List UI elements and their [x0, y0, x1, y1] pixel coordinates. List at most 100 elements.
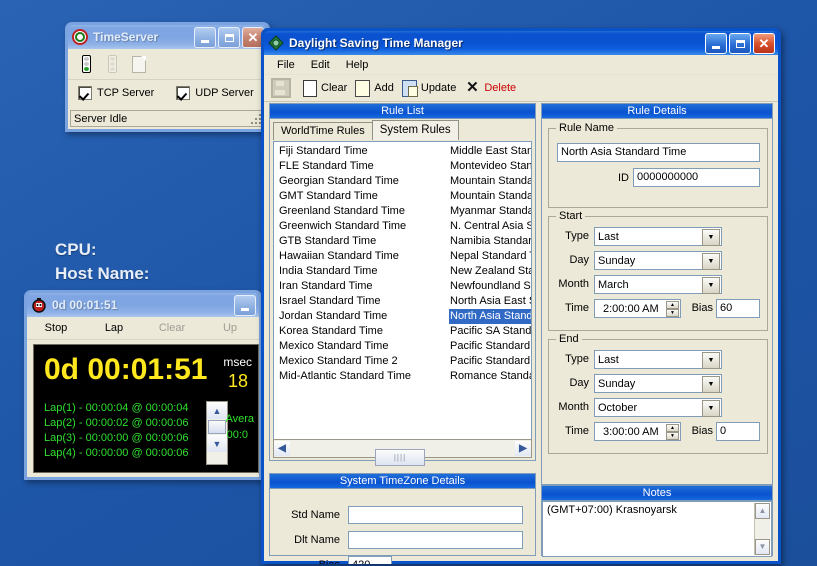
- list-item[interactable]: Jordan Standard Time: [278, 309, 411, 324]
- udp-server-checkbox[interactable]: UDP Server: [176, 86, 254, 100]
- list-item[interactable]: Middle East Stand: [449, 144, 531, 159]
- list-item[interactable]: Mountain Standar: [449, 174, 531, 189]
- timeserver-maximize-button[interactable]: [218, 27, 240, 48]
- chevron-down-icon[interactable]: ▼: [702, 376, 720, 393]
- spinner-up-icon[interactable]: ▲: [666, 301, 679, 309]
- start-type-select[interactable]: Last ▼: [594, 227, 722, 246]
- stopwatch-menubar[interactable]: Stop Lap Clear Up: [27, 317, 259, 340]
- tcp-checkbox-box[interactable]: [78, 86, 92, 100]
- spinner-buttons[interactable]: ▲ ▼: [666, 424, 679, 440]
- start-time-spinner[interactable]: 2:00:00 AM ▲ ▼: [594, 299, 681, 318]
- scrollbar-thumb[interactable]: [208, 420, 226, 434]
- update-button[interactable]: Update: [401, 79, 456, 97]
- end-bias-field[interactable]: 0: [716, 422, 760, 441]
- clear-button[interactable]: Clear: [303, 79, 347, 97]
- chevron-down-icon[interactable]: ▼: [702, 253, 720, 270]
- dst-window-buttons[interactable]: ✕: [705, 33, 775, 54]
- chevron-up-icon[interactable]: ▲: [755, 503, 770, 519]
- dst-toolbar[interactable]: Clear Add Update ✕ Delete: [264, 75, 778, 102]
- chevron-down-icon[interactable]: ▼: [702, 229, 720, 246]
- list-item[interactable]: Georgian Standard Time: [278, 174, 411, 189]
- list-item[interactable]: North Asia Standa: [449, 309, 531, 324]
- menu-edit[interactable]: Edit: [304, 57, 337, 73]
- chevron-right-icon[interactable]: ▶: [515, 441, 531, 456]
- dst-menubar[interactable]: File Edit Help: [264, 55, 778, 75]
- spinner-down-icon[interactable]: ▼: [666, 432, 679, 440]
- list-item[interactable]: North Asia East S: [449, 294, 531, 309]
- list-item[interactable]: Namibia Standard: [449, 234, 531, 249]
- stopwatch-stop-button[interactable]: Stop: [27, 322, 85, 334]
- spinner-up-icon[interactable]: ▲: [666, 424, 679, 432]
- start-bias-field[interactable]: 60: [716, 299, 760, 318]
- list-item[interactable]: Greenland Standard Time: [278, 204, 411, 219]
- stopwatch-titlebar[interactable]: 0d 00:01:51: [27, 293, 259, 317]
- tcp-server-checkbox[interactable]: TCP Server: [78, 86, 154, 100]
- rule-list-column-1[interactable]: Fiji Standard Time FLE Standard Time Georg…: [278, 144, 411, 384]
- end-type-select[interactable]: Last ▼: [594, 350, 722, 369]
- timeserver-window[interactable]: TimeServer ✕ TCP Server UDP Server Serve…: [65, 22, 270, 132]
- dst-minimize-button[interactable]: [705, 33, 727, 54]
- std-name-field[interactable]: [348, 506, 523, 524]
- rule-name-field[interactable]: North Asia Standard Time: [557, 143, 760, 162]
- timeserver-window-buttons[interactable]: ✕: [194, 27, 264, 48]
- list-item[interactable]: Montevideo Stand: [449, 159, 531, 174]
- list-item[interactable]: India Standard Time: [278, 264, 411, 279]
- end-day-select[interactable]: Sunday ▼: [594, 374, 722, 393]
- list-item[interactable]: Mexico Standard Time: [278, 339, 411, 354]
- end-time-spinner[interactable]: 3:00:00 AM ▲ ▼: [594, 422, 681, 441]
- notes-scrollbar[interactable]: ▲ ▼: [754, 503, 770, 555]
- chevron-down-icon[interactable]: ▼: [755, 539, 770, 555]
- tab-system-rules[interactable]: System Rules: [371, 120, 459, 140]
- stopwatch-window[interactable]: 0d 00:01:51 Stop Lap Clear Up 0d 00:01:5…: [24, 290, 262, 480]
- list-item[interactable]: New Zealand Sta: [449, 264, 531, 279]
- list-item[interactable]: Fiji Standard Time: [278, 144, 411, 159]
- list-item[interactable]: Hawaiian Standard Time: [278, 249, 411, 264]
- rule-list-tabs[interactable]: WorldTime Rules System Rules: [270, 119, 535, 140]
- chevron-left-icon[interactable]: ◀: [274, 441, 290, 456]
- rule-id-field[interactable]: 0000000000: [633, 168, 760, 187]
- menu-help[interactable]: Help: [339, 57, 376, 73]
- chevron-down-icon[interactable]: ▼: [702, 277, 720, 294]
- dst-close-button[interactable]: ✕: [753, 33, 775, 54]
- stopwatch-lap-scrollbar[interactable]: ▲ ▼: [206, 401, 228, 465]
- timeserver-toolbar[interactable]: [68, 49, 267, 80]
- timeserver-minimize-button[interactable]: [194, 27, 216, 48]
- list-item[interactable]: Pacific Standard T: [449, 339, 531, 354]
- rule-list-hscrollbar[interactable]: ◀ |||| ▶: [273, 439, 532, 466]
- end-month-select[interactable]: October ▼: [594, 398, 722, 417]
- list-item[interactable]: Myanmar Standar: [449, 204, 531, 219]
- tab-worldtime-rules[interactable]: WorldTime Rules: [273, 122, 373, 140]
- chevron-down-icon[interactable]: ▼: [207, 435, 227, 452]
- delete-button[interactable]: ✕ Delete: [464, 80, 516, 96]
- list-item[interactable]: Mexico Standard Time 2: [278, 354, 411, 369]
- list-item[interactable]: Iran Standard Time: [278, 279, 411, 294]
- dst-titlebar[interactable]: Daylight Saving Time Manager ✕: [264, 31, 778, 55]
- list-item[interactable]: Newfoundland St: [449, 279, 531, 294]
- add-button[interactable]: Add: [355, 79, 394, 97]
- list-item[interactable]: Greenwich Standard Time: [278, 219, 411, 234]
- list-item[interactable]: Pacific Standard T: [449, 354, 531, 369]
- timeserver-titlebar[interactable]: TimeServer ✕: [68, 25, 267, 49]
- stopwatch-lap-button[interactable]: Lap: [85, 322, 143, 334]
- menu-file[interactable]: File: [270, 57, 302, 73]
- dlt-name-field[interactable]: [348, 531, 523, 549]
- chevron-down-icon[interactable]: ▼: [702, 352, 720, 369]
- list-item[interactable]: Israel Standard Time: [278, 294, 411, 309]
- stopwatch-minimize-button[interactable]: [234, 295, 256, 316]
- start-day-select[interactable]: Sunday ▼: [594, 251, 722, 270]
- dst-maximize-button[interactable]: [729, 33, 751, 54]
- list-item[interactable]: Mid-Atlantic Standard Time: [278, 369, 411, 384]
- traffic-light-start-icon[interactable]: [80, 55, 93, 73]
- tz-bias-field[interactable]: 420: [348, 556, 392, 564]
- chevron-up-icon[interactable]: ▲: [207, 402, 227, 419]
- udp-checkbox-box[interactable]: [176, 86, 191, 100]
- list-item[interactable]: N. Central Asia St: [449, 219, 531, 234]
- rule-list-column-2[interactable]: Middle East Stand Montevideo Stand Mountai…: [449, 144, 531, 384]
- save-button[interactable]: [271, 78, 295, 98]
- spinner-buttons[interactable]: ▲ ▼: [666, 301, 679, 317]
- chevron-down-icon[interactable]: ▼: [702, 400, 720, 417]
- start-month-select[interactable]: March ▼: [594, 275, 722, 294]
- dst-manager-window[interactable]: Daylight Saving Time Manager ✕ File Edit…: [261, 28, 781, 564]
- spinner-down-icon[interactable]: ▼: [666, 309, 679, 317]
- list-item[interactable]: FLE Standard Time: [278, 159, 411, 174]
